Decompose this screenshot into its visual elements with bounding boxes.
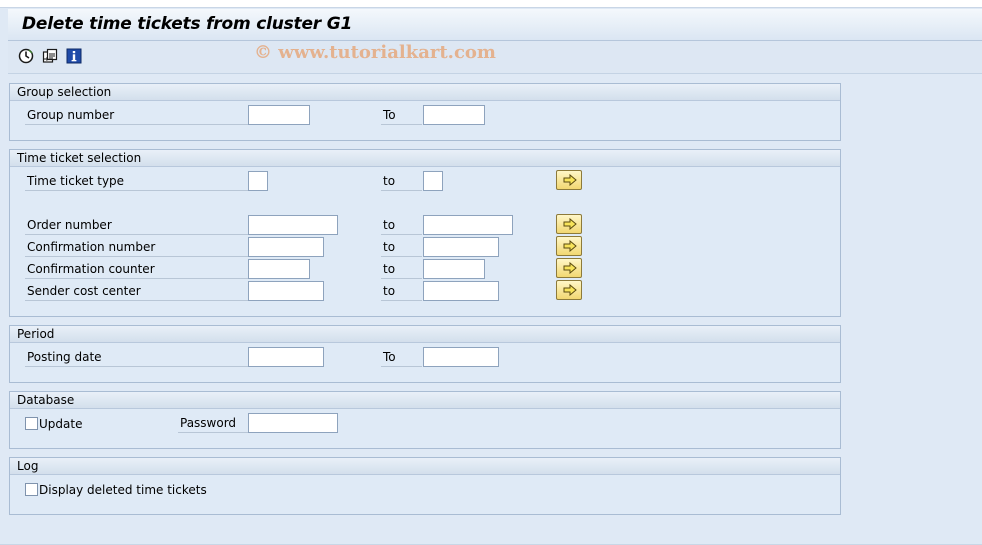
- confirmation-counter-multiple-selection-button[interactable]: [556, 258, 582, 278]
- watermark-text: © www.tutorialkart.com: [254, 42, 496, 63]
- arrow-right-icon: [563, 174, 577, 186]
- update-label: Update: [39, 417, 83, 431]
- confirmation-number-multiple-selection-button[interactable]: [556, 236, 582, 256]
- group-number-to-label: To: [381, 106, 422, 125]
- time-ticket-selection-box: Time ticket selection Time ticket type t…: [9, 149, 841, 317]
- time-ticket-type-label: Time ticket type: [25, 172, 248, 191]
- password-label: Password: [178, 414, 248, 433]
- arrow-right-icon: [563, 284, 577, 296]
- order-number-multiple-selection-button[interactable]: [556, 214, 582, 234]
- arrow-right-icon: [563, 218, 577, 230]
- application-toolbar: © www.tutorialkart.com: [8, 41, 982, 74]
- page-title: Delete time tickets from cluster G1: [22, 14, 353, 34]
- posting-date-to-label: To: [381, 348, 422, 367]
- info-icon[interactable]: [66, 48, 82, 64]
- confirmation-counter-to-input[interactable]: [423, 259, 485, 279]
- confirmation-counter-to-label: to: [381, 260, 422, 279]
- period-header: Period: [10, 326, 840, 343]
- sender-cost-center-label: Sender cost center: [25, 282, 248, 301]
- time-ticket-type-to-input[interactable]: [423, 171, 443, 191]
- display-deleted-time-tickets-checkbox[interactable]: [25, 483, 38, 496]
- group-number-to-input[interactable]: [423, 105, 485, 125]
- order-number-to-input[interactable]: [423, 215, 513, 235]
- log-box: Log Display deleted time tickets: [9, 457, 841, 515]
- confirmation-number-label: Confirmation number: [25, 238, 248, 257]
- posting-date-to-input[interactable]: [423, 347, 499, 367]
- execute-icon[interactable]: [18, 48, 34, 64]
- arrow-right-icon: [563, 240, 577, 252]
- confirmation-number-to-label: to: [381, 238, 422, 257]
- display-deleted-time-tickets-label: Display deleted time tickets: [39, 483, 207, 497]
- group-selection-box: Group selection Group number To: [9, 83, 841, 141]
- order-number-label: Order number: [25, 216, 248, 235]
- sender-cost-center-to-label: to: [381, 282, 422, 301]
- log-header: Log: [10, 458, 840, 475]
- posting-date-from-input[interactable]: [248, 347, 324, 367]
- period-box: Period Posting date To: [9, 325, 841, 383]
- time-ticket-type-from-input[interactable]: [248, 171, 268, 191]
- database-header: Database: [10, 392, 840, 409]
- group-selection-header: Group selection: [10, 84, 840, 101]
- time-ticket-type-multiple-selection-button[interactable]: [556, 170, 582, 190]
- posting-date-label: Posting date: [25, 348, 248, 367]
- arrow-right-icon: [563, 262, 577, 274]
- password-input[interactable]: [248, 413, 338, 433]
- get-variant-icon[interactable]: [42, 48, 58, 64]
- group-number-label: Group number: [25, 106, 248, 125]
- order-number-from-input[interactable]: [248, 215, 338, 235]
- confirmation-number-to-input[interactable]: [423, 237, 499, 257]
- group-number-from-input[interactable]: [248, 105, 310, 125]
- sender-cost-center-to-input[interactable]: [423, 281, 499, 301]
- window-top-strip: [0, 0, 982, 8]
- confirmation-counter-from-input[interactable]: [248, 259, 310, 279]
- time-ticket-selection-header: Time ticket selection: [10, 150, 840, 167]
- database-box: Database Update Password: [9, 391, 841, 449]
- title-bar: Delete time tickets from cluster G1: [8, 9, 982, 41]
- sender-cost-center-from-input[interactable]: [248, 281, 324, 301]
- confirmation-number-from-input[interactable]: [248, 237, 324, 257]
- time-ticket-type-to-label: to: [381, 172, 422, 191]
- sender-cost-center-multiple-selection-button[interactable]: [556, 280, 582, 300]
- selection-screen: Group selection Group number To Time tic…: [8, 75, 982, 545]
- confirmation-counter-label: Confirmation counter: [25, 260, 248, 279]
- order-number-to-label: to: [381, 216, 422, 235]
- update-checkbox[interactable]: [25, 417, 38, 430]
